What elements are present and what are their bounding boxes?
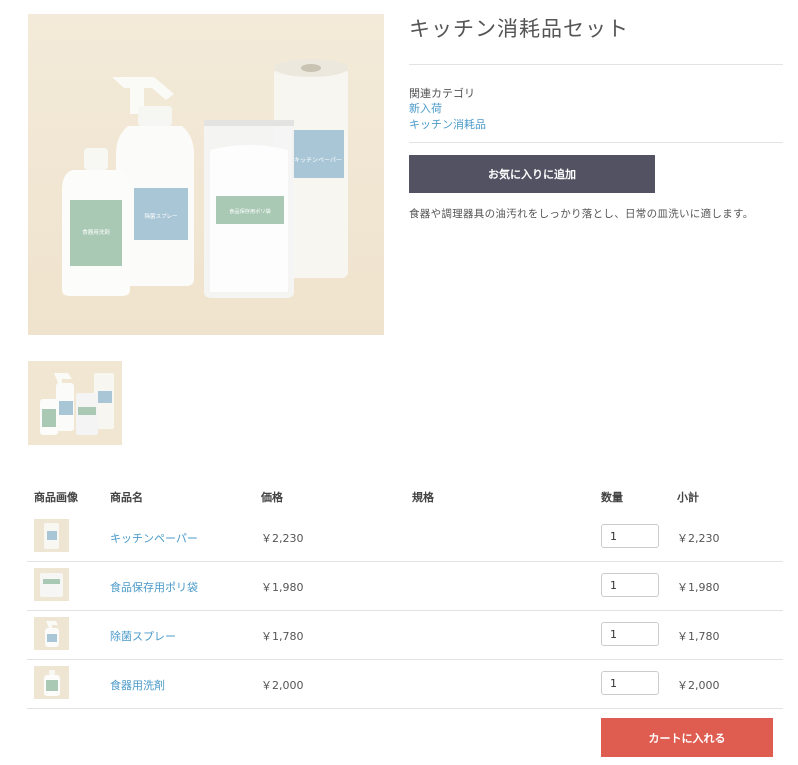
product-thumbnail[interactable] (28, 361, 122, 445)
detergent-bottle-icon (34, 666, 69, 699)
row-price: ￥1,780 (261, 630, 304, 643)
spray-bottle-icon (34, 617, 69, 650)
divider (409, 142, 783, 143)
category-link-kitchen-supplies[interactable]: キッチン消耗品 (409, 116, 486, 132)
product-main-image: キッチンペーパー 除菌スプレー 食器用洗剤 食品保存用ポリ袋 (28, 14, 384, 335)
related-category-label: 関連カテゴリ (409, 87, 475, 100)
row-product-name[interactable]: 食品保存用ポリ袋 (110, 579, 198, 595)
svg-text:食品保存用ポリ袋: 食品保存用ポリ袋 (229, 207, 271, 215)
quantity-input[interactable] (601, 573, 659, 597)
row-product-name[interactable]: キッチンペーパー (110, 530, 198, 546)
col-header-subtotal: 小計 (677, 491, 699, 504)
row-price: ￥2,230 (261, 532, 304, 545)
svg-text:キッチンペーパー: キッチンペーパー (294, 157, 342, 164)
svg-text:除菌スプレー: 除菌スプレー (144, 212, 177, 220)
row-divider (27, 708, 783, 709)
col-header-image: 商品画像 (34, 491, 78, 504)
table-row: 除菌スプレー ￥1,780 ￥1,780 (27, 610, 783, 659)
row-subtotal: ￥1,980 (677, 581, 720, 594)
product-title: キッチン消耗品セット (409, 17, 629, 41)
row-subtotal: ￥1,780 (677, 630, 720, 643)
paper-towel-icon (34, 519, 69, 552)
row-subtotal: ￥2,230 (677, 532, 720, 545)
col-header-spec: 規格 (412, 491, 434, 504)
row-price: ￥1,980 (261, 581, 304, 594)
storage-bag-icon (34, 568, 69, 601)
divider (409, 64, 783, 65)
quantity-input[interactable] (601, 671, 659, 695)
row-product-name[interactable]: 食器用洗剤 (110, 677, 165, 693)
row-product-name[interactable]: 除菌スプレー (110, 628, 176, 644)
table-row: キッチンペーパー ￥2,230 ￥2,230 (27, 512, 783, 561)
row-subtotal: ￥2,000 (677, 679, 720, 692)
row-price: ￥2,000 (261, 679, 304, 692)
quantity-input[interactable] (601, 622, 659, 646)
add-to-cart-button[interactable]: カートに入れる (601, 718, 773, 757)
category-link-new-arrivals[interactable]: 新入荷 (409, 100, 442, 116)
table-row: 食器用洗剤 ￥2,000 ￥2,000 (27, 659, 783, 708)
svg-text:食器用洗剤: 食器用洗剤 (82, 228, 110, 236)
col-header-name: 商品名 (110, 491, 143, 504)
product-description: 食器や調理器具の油汚れをしっかり落とし、日常の皿洗いに適します。 (409, 208, 754, 220)
quantity-input[interactable] (601, 524, 659, 548)
col-header-price: 価格 (261, 491, 283, 504)
table-row: 食品保存用ポリ袋 ￥1,980 ￥1,980 (27, 561, 783, 610)
col-header-qty: 数量 (601, 491, 623, 504)
add-to-favorites-button[interactable]: お気に入りに追加 (409, 155, 655, 193)
